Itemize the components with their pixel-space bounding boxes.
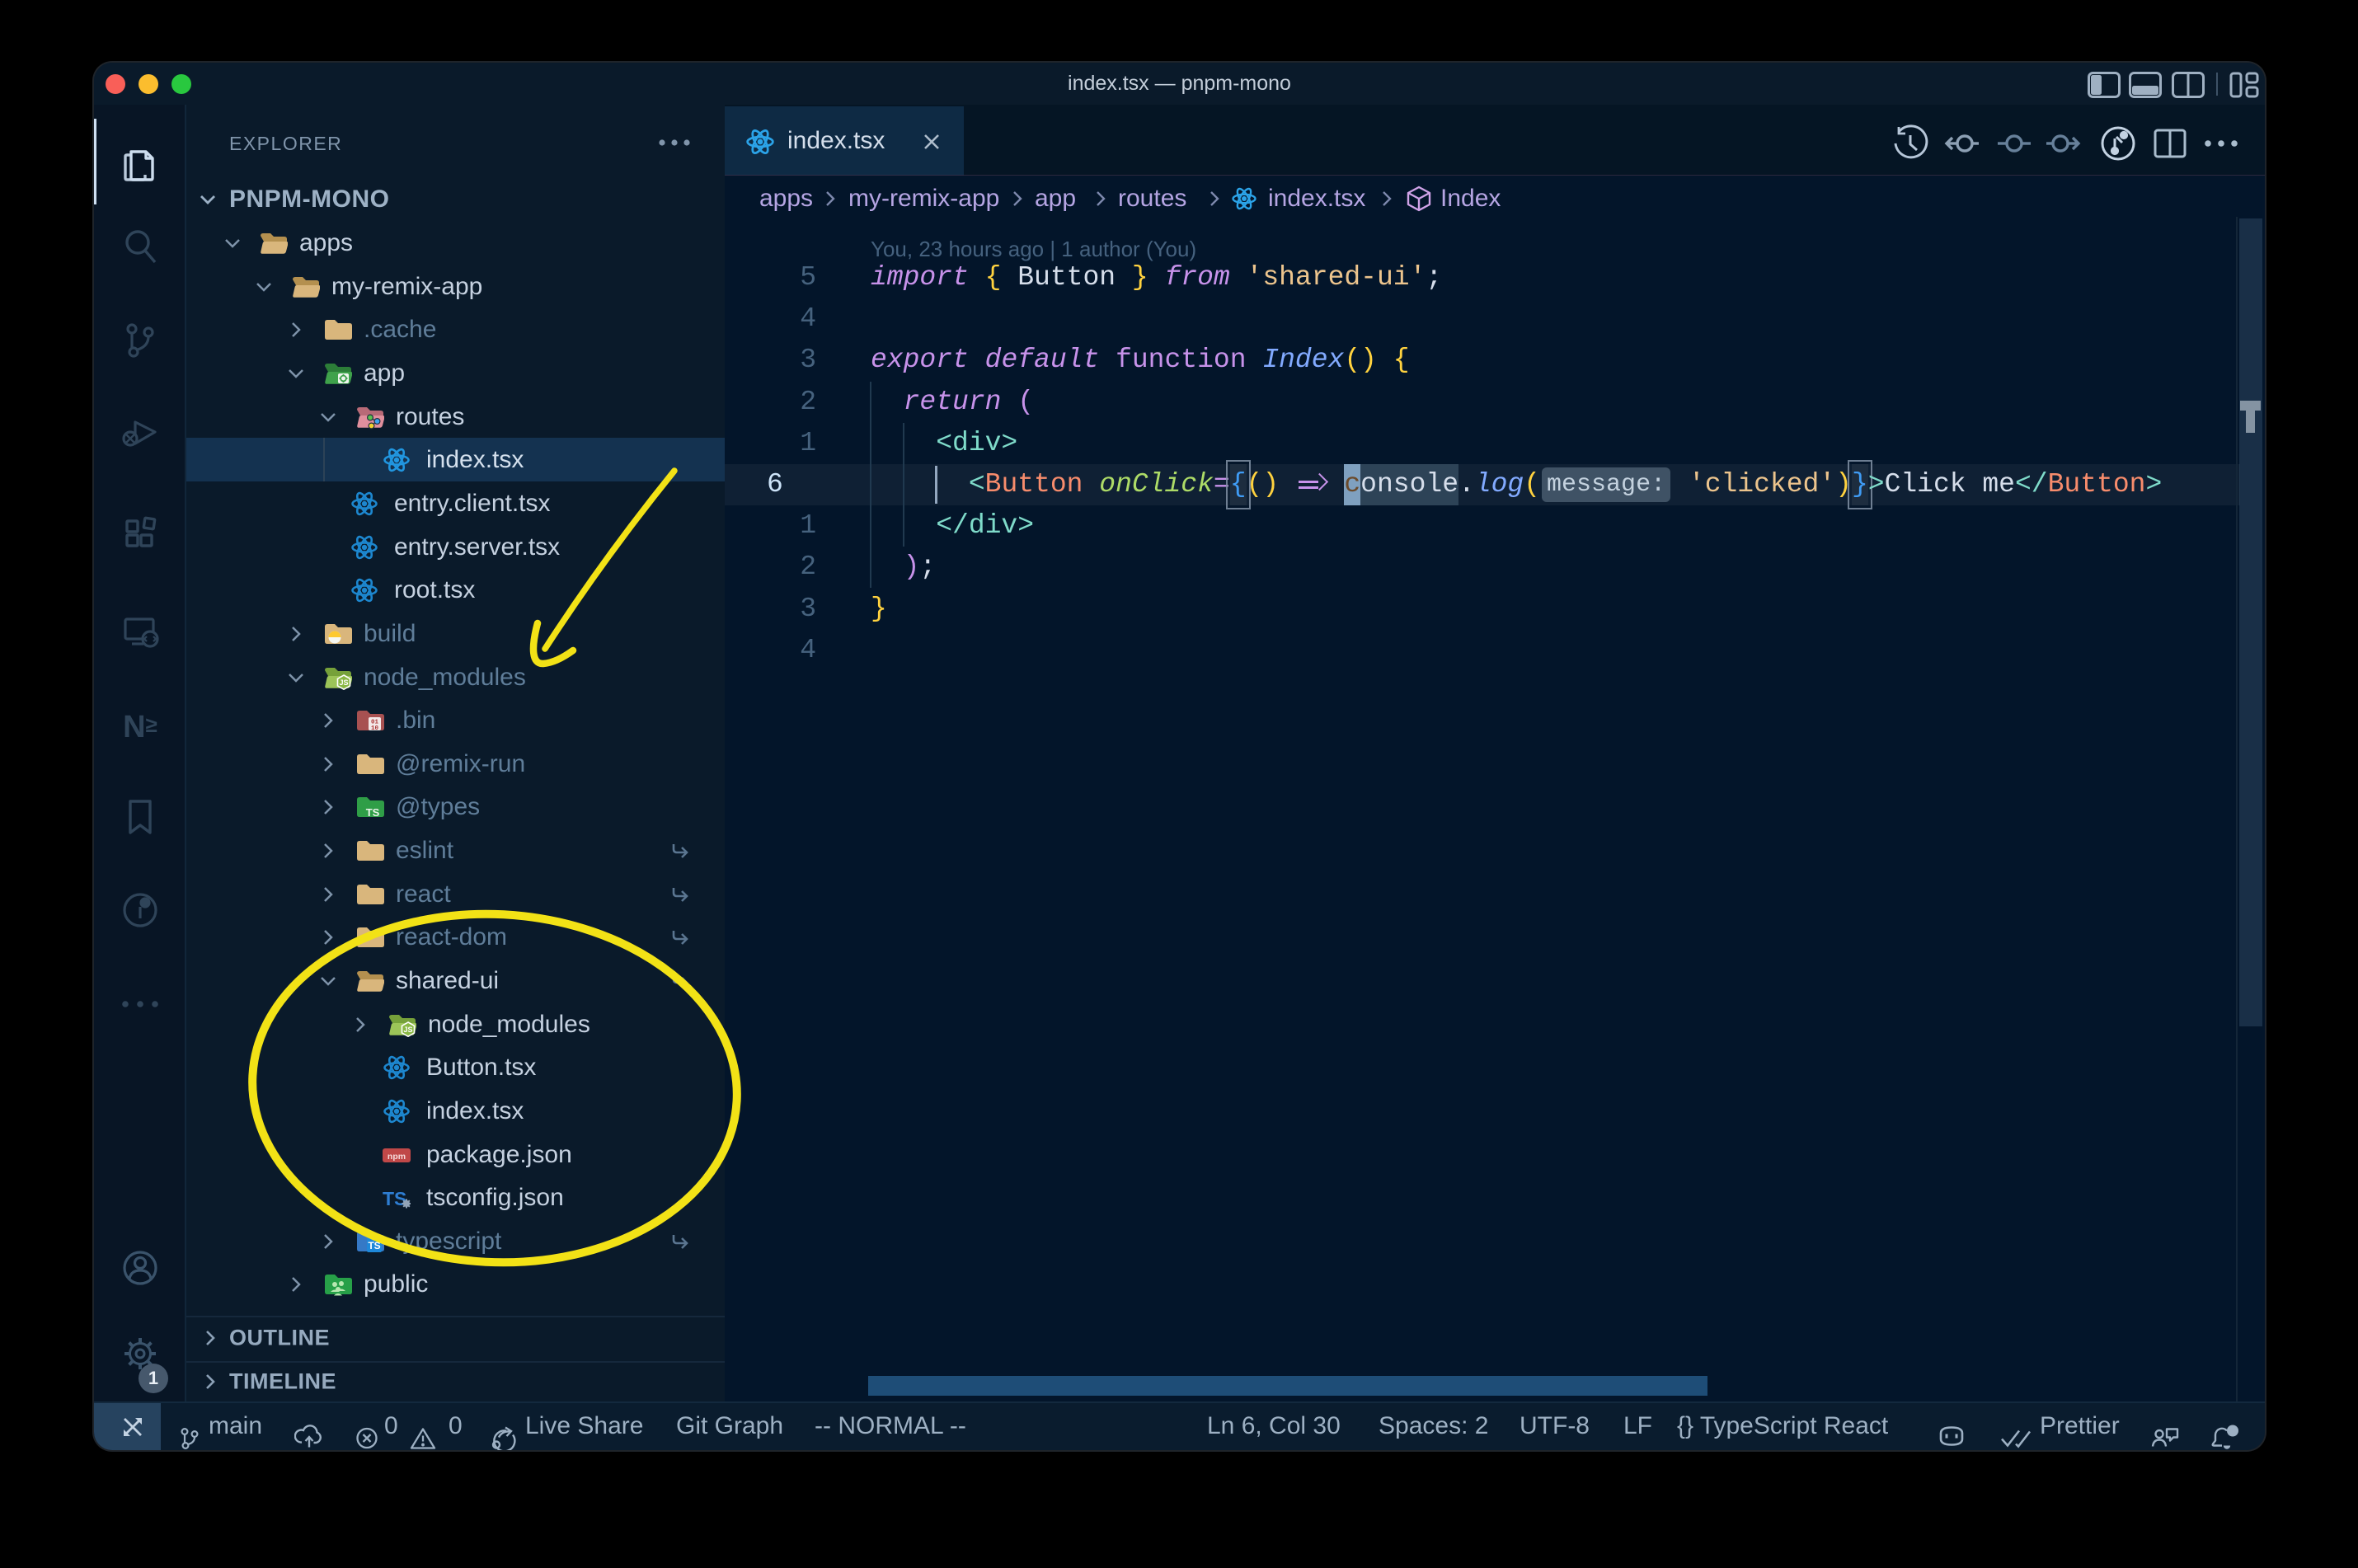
svg-text:JS: JS — [403, 1026, 412, 1034]
svg-text:npm: npm — [388, 1152, 406, 1162]
svg-text:TS: TS — [366, 806, 380, 819]
svg-text:TS: TS — [368, 1240, 380, 1251]
svg-text:10: 10 — [371, 725, 379, 732]
svg-text:JS: JS — [339, 678, 348, 687]
